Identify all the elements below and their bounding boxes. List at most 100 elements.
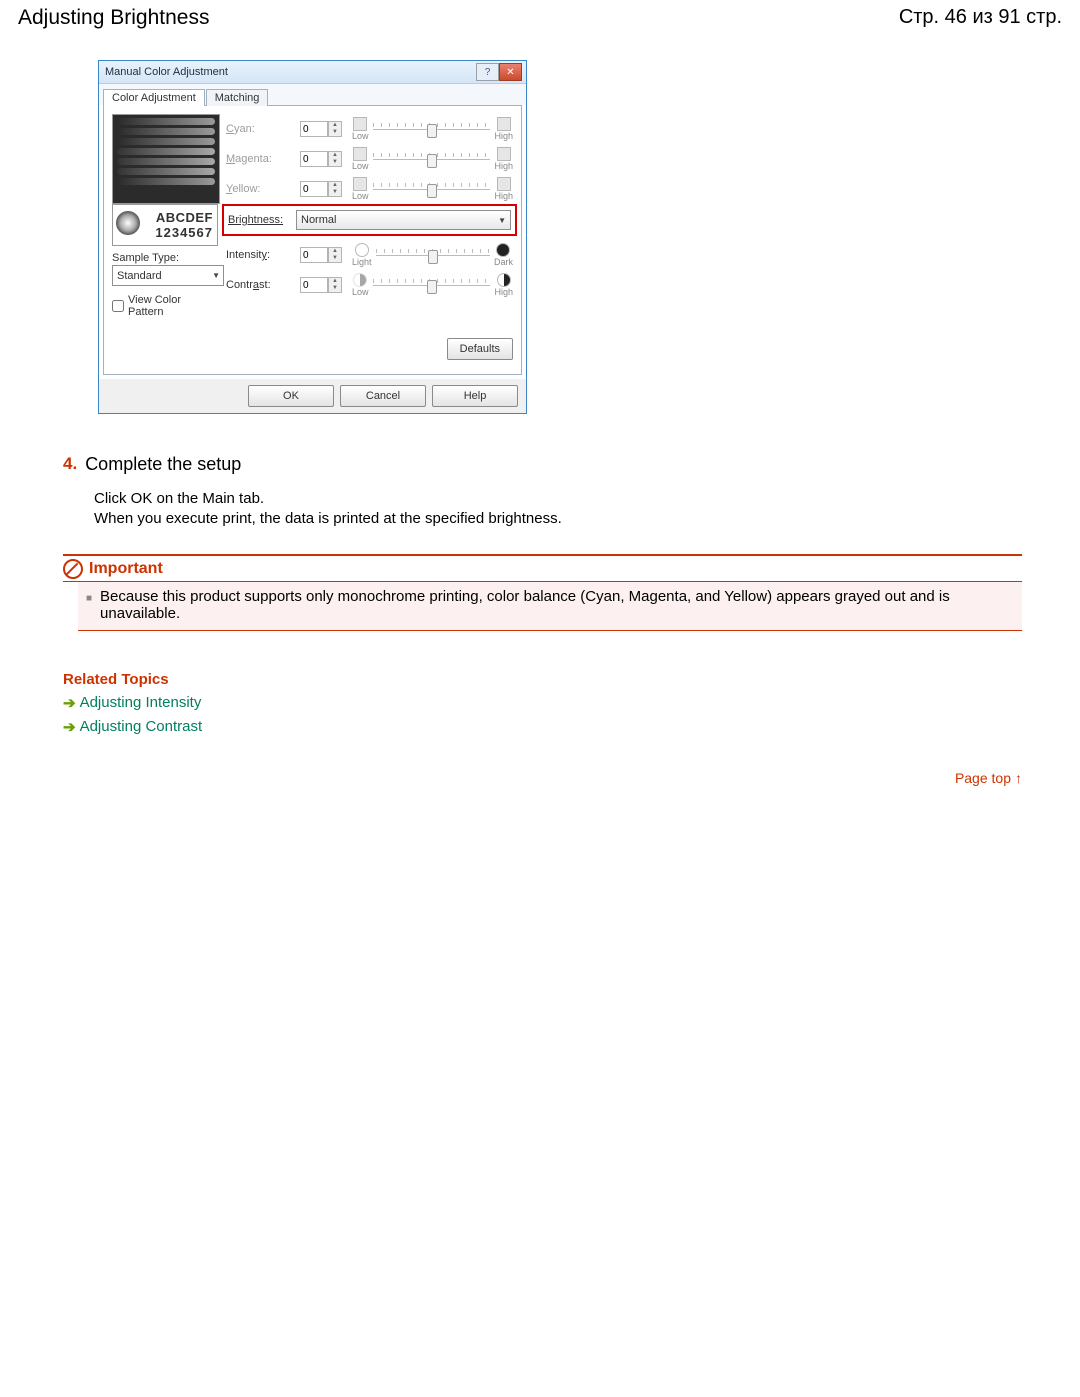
- spin-down-icon[interactable]: ▼: [329, 285, 341, 292]
- spin-up-icon[interactable]: ▲: [329, 152, 341, 159]
- tab-matching[interactable]: Matching: [206, 89, 269, 106]
- ok-button[interactable]: OK: [248, 385, 334, 407]
- magenta-value[interactable]: [300, 151, 328, 167]
- cyan-label: Cyan:: [226, 123, 300, 135]
- important-text: Because this product supports only monoc…: [100, 588, 1014, 622]
- brightness-select[interactable]: Normal ▼: [296, 210, 511, 230]
- view-color-pattern-input[interactable]: [112, 300, 124, 312]
- view-color-pattern-label: View Color Pattern: [128, 294, 218, 318]
- color-wheel-icon: [116, 211, 140, 235]
- step-title: Complete the setup: [85, 454, 241, 475]
- intensity-slider[interactable]: [376, 255, 490, 256]
- brightness-row-highlight: Brightness: Normal ▼: [222, 204, 517, 236]
- defaults-button[interactable]: Defaults: [447, 338, 513, 360]
- window-help-button[interactable]: ?: [476, 63, 499, 81]
- preview-text: ABCDEF 1234567: [112, 204, 218, 246]
- yellow-value[interactable]: [300, 181, 328, 197]
- intensity-dark-icon: [496, 243, 510, 257]
- intensity-high-label: Dark: [494, 257, 513, 267]
- related-topics-heading: Related Topics: [63, 671, 1062, 688]
- step-number: 4.: [63, 454, 77, 475]
- magenta-slider[interactable]: [373, 159, 491, 160]
- spin-up-icon[interactable]: ▲: [329, 182, 341, 189]
- arrow-up-icon: ↑: [1015, 770, 1022, 786]
- yellow-low-label: Low: [352, 191, 369, 201]
- page-top-link[interactable]: Page top ↑: [18, 770, 1022, 786]
- contrast-high-icon: [497, 273, 511, 287]
- preview-text-line1: ABCDEF: [156, 210, 213, 225]
- cyan-value[interactable]: [300, 121, 328, 137]
- page-title: Adjusting Brightness: [18, 6, 209, 30]
- chevron-down-icon: ▼: [498, 216, 506, 225]
- view-color-pattern-checkbox[interactable]: View Color Pattern: [112, 294, 218, 318]
- page-number: Стр. 46 из 91 стр.: [899, 6, 1062, 29]
- page-top-label: Page top: [955, 770, 1011, 786]
- magenta-low-icon: [353, 147, 367, 161]
- slider-thumb[interactable]: [427, 124, 437, 138]
- bullet-icon: ■: [86, 593, 92, 622]
- intensity-spinner[interactable]: ▲▼: [300, 247, 342, 263]
- important-icon: [63, 559, 83, 579]
- intensity-light-icon: [355, 243, 369, 257]
- cyan-high-icon: [497, 117, 511, 131]
- slider-thumb[interactable]: [428, 250, 438, 264]
- intensity-value[interactable]: [300, 247, 328, 263]
- magenta-high-icon: [497, 147, 511, 161]
- contrast-low-icon: [353, 273, 367, 287]
- arrow-right-icon: ➔: [63, 694, 76, 712]
- sample-type-select[interactable]: Standard ▼: [112, 265, 224, 286]
- sample-type-value: Standard: [117, 270, 162, 282]
- contrast-low-label: Low: [352, 287, 369, 297]
- manual-color-adjustment-window: Manual Color Adjustment ? ✕ Color Adjust…: [98, 60, 527, 414]
- yellow-label: Yellow:: [226, 183, 300, 195]
- cyan-low-label: Low: [352, 131, 369, 141]
- spin-down-icon[interactable]: ▼: [329, 189, 341, 196]
- related-link-contrast[interactable]: ➔ Adjusting Contrast: [63, 718, 1062, 736]
- magenta-label: Magenta:: [226, 153, 300, 165]
- contrast-high-label: High: [494, 287, 513, 297]
- spin-down-icon[interactable]: ▼: [329, 129, 341, 136]
- slider-thumb[interactable]: [427, 154, 437, 168]
- slider-thumb[interactable]: [427, 280, 437, 294]
- yellow-spinner[interactable]: ▲▼: [300, 181, 342, 197]
- preview-image: [112, 114, 220, 204]
- step-text-1: Click OK on the Main tab.: [94, 489, 1062, 509]
- contrast-slider[interactable]: [373, 285, 491, 286]
- step-text-2: When you execute print, the data is prin…: [94, 509, 1062, 529]
- spin-up-icon[interactable]: ▲: [329, 278, 341, 285]
- spin-down-icon[interactable]: ▼: [329, 159, 341, 166]
- spin-down-icon[interactable]: ▼: [329, 255, 341, 262]
- tab-color-adjustment[interactable]: Color Adjustment: [103, 89, 205, 106]
- intensity-label: Intensity:: [226, 249, 300, 261]
- brightness-label: Brightness:: [228, 214, 296, 226]
- cyan-spinner[interactable]: ▲▼: [300, 121, 342, 137]
- slider-thumb[interactable]: [427, 184, 437, 198]
- yellow-high-icon: [497, 177, 511, 191]
- spin-up-icon[interactable]: ▲: [329, 122, 341, 129]
- cyan-high-label: High: [494, 131, 513, 141]
- sample-type-label: Sample Type:: [112, 252, 218, 264]
- cyan-slider[interactable]: [373, 129, 491, 130]
- preview-text-line2: 1234567: [155, 225, 213, 240]
- cyan-low-icon: [353, 117, 367, 131]
- related-link-contrast-label: Adjusting Contrast: [80, 718, 203, 735]
- cancel-button[interactable]: Cancel: [340, 385, 426, 407]
- yellow-high-label: High: [494, 191, 513, 201]
- window-title: Manual Color Adjustment: [105, 66, 228, 78]
- preview-pane: ABCDEF 1234567 Sample Type: Standard ▼ V…: [112, 114, 218, 360]
- contrast-label: Contrast:: [226, 279, 300, 291]
- contrast-value[interactable]: [300, 277, 328, 293]
- brightness-value: Normal: [301, 214, 336, 226]
- window-close-button[interactable]: ✕: [499, 63, 522, 81]
- contrast-spinner[interactable]: ▲▼: [300, 277, 342, 293]
- magenta-low-label: Low: [352, 161, 369, 171]
- magenta-high-label: High: [494, 161, 513, 171]
- yellow-slider[interactable]: [373, 189, 491, 190]
- arrow-right-icon: ➔: [63, 718, 76, 736]
- related-link-intensity[interactable]: ➔ Adjusting Intensity: [63, 694, 1062, 712]
- chevron-down-icon: ▼: [212, 271, 223, 280]
- yellow-low-icon: [353, 177, 367, 191]
- spin-up-icon[interactable]: ▲: [329, 248, 341, 255]
- help-button[interactable]: Help: [432, 385, 518, 407]
- magenta-spinner[interactable]: ▲▼: [300, 151, 342, 167]
